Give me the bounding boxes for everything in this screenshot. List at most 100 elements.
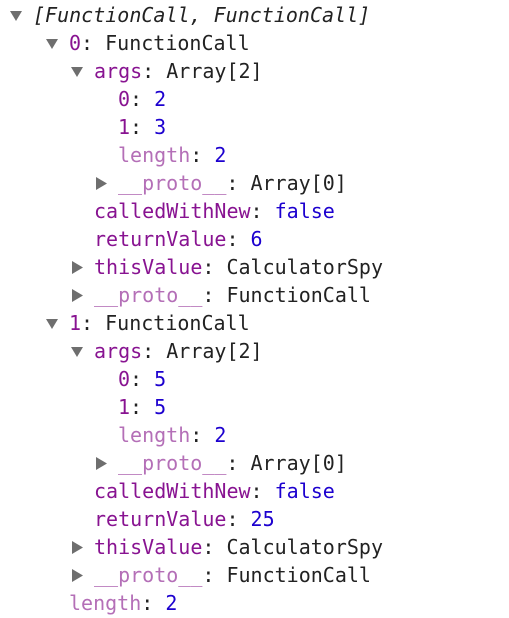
property-value: 2 bbox=[214, 423, 227, 447]
key-separator: : bbox=[190, 423, 215, 447]
property-key: length bbox=[69, 591, 142, 615]
property-key: __proto__ bbox=[118, 451, 227, 475]
property-value: Array[0] bbox=[250, 451, 347, 475]
property-value: 5 bbox=[154, 367, 167, 391]
expand-triangle-down-icon[interactable] bbox=[70, 57, 84, 85]
property-key: calledWithNew bbox=[94, 479, 251, 503]
key-separator: : bbox=[202, 563, 227, 587]
key-separator: : bbox=[226, 451, 251, 475]
tree-row: 1: 3 bbox=[0, 113, 509, 141]
collapse-triangle-right-icon[interactable] bbox=[70, 253, 84, 281]
property-key: 0 bbox=[118, 367, 131, 391]
row-content: 1: FunctionCall bbox=[69, 309, 250, 337]
property-value: FunctionCall bbox=[105, 31, 250, 55]
collapse-triangle-right-icon[interactable] bbox=[94, 449, 108, 477]
property-value: Array[0] bbox=[250, 171, 347, 195]
object-tree: [FunctionCall, FunctionCall] 0: FunctionC… bbox=[0, 1, 509, 617]
tree-row[interactable]: [FunctionCall, FunctionCall] bbox=[0, 1, 509, 29]
key-separator: : bbox=[202, 283, 227, 307]
tree-row[interactable]: __proto__: Array[0] bbox=[0, 169, 509, 197]
property-key: args bbox=[94, 59, 143, 83]
expand-triangle-down-icon[interactable] bbox=[9, 1, 23, 29]
key-separator: : bbox=[226, 507, 251, 531]
tree-row: 0: 2 bbox=[0, 85, 509, 113]
property-value: Array[2] bbox=[166, 59, 263, 83]
row-content: __proto__: Array[0] bbox=[118, 449, 347, 477]
tree-row: returnValue: 6 bbox=[0, 225, 509, 253]
key-separator: : bbox=[130, 367, 155, 391]
tree-row[interactable]: args: Array[2] bbox=[0, 337, 509, 365]
tree-row[interactable]: __proto__: FunctionCall bbox=[0, 561, 509, 589]
property-key: returnValue bbox=[94, 507, 227, 531]
property-value: false bbox=[274, 479, 335, 503]
property-value: FunctionCall bbox=[226, 563, 371, 587]
property-key: __proto__ bbox=[94, 563, 203, 587]
row-content: args: Array[2] bbox=[94, 337, 263, 365]
property-value: 2 bbox=[154, 87, 167, 111]
property-value: 5 bbox=[154, 395, 167, 419]
row-content: 0: 5 bbox=[118, 365, 166, 393]
key-separator: : bbox=[130, 87, 155, 111]
tree-row: length: 2 bbox=[0, 589, 509, 617]
key-separator: : bbox=[190, 143, 215, 167]
property-key: 1 bbox=[69, 311, 82, 335]
row-content: __proto__: Array[0] bbox=[118, 169, 347, 197]
tree-row[interactable]: 1: FunctionCall bbox=[0, 309, 509, 337]
property-value: false bbox=[274, 199, 335, 223]
tree-row[interactable]: thisValue: CalculatorSpy bbox=[0, 533, 509, 561]
expand-triangle-down-icon[interactable] bbox=[45, 29, 59, 57]
property-value: FunctionCall bbox=[226, 283, 371, 307]
row-content: thisValue: CalculatorSpy bbox=[94, 533, 383, 561]
row-content: __proto__: FunctionCall bbox=[94, 281, 371, 309]
array-summary: [FunctionCall, FunctionCall] bbox=[33, 3, 371, 27]
tree-row: 1: 5 bbox=[0, 393, 509, 421]
row-content: 1: 3 bbox=[118, 113, 166, 141]
collapse-triangle-right-icon[interactable] bbox=[70, 281, 84, 309]
collapse-triangle-right-icon[interactable] bbox=[70, 561, 84, 589]
property-value: 6 bbox=[250, 227, 263, 251]
row-content: 0: 2 bbox=[118, 85, 166, 113]
key-separator: : bbox=[202, 255, 227, 279]
tree-row[interactable]: __proto__: FunctionCall bbox=[0, 281, 509, 309]
collapse-triangle-right-icon[interactable] bbox=[70, 533, 84, 561]
row-content: args: Array[2] bbox=[94, 57, 263, 85]
tree-row[interactable]: thisValue: CalculatorSpy bbox=[0, 253, 509, 281]
key-separator: : bbox=[81, 31, 106, 55]
expand-triangle-down-icon[interactable] bbox=[45, 309, 59, 337]
tree-row: calledWithNew: false bbox=[0, 477, 509, 505]
property-key: length bbox=[118, 143, 191, 167]
tree-row: 0: 5 bbox=[0, 365, 509, 393]
row-content: thisValue: CalculatorSpy bbox=[94, 253, 383, 281]
tree-row[interactable]: __proto__: Array[0] bbox=[0, 449, 509, 477]
key-separator: : bbox=[141, 591, 166, 615]
tree-row[interactable]: args: Array[2] bbox=[0, 57, 509, 85]
property-key: __proto__ bbox=[118, 171, 227, 195]
row-content: [FunctionCall, FunctionCall] bbox=[33, 1, 370, 29]
property-value: 2 bbox=[214, 143, 227, 167]
property-value: FunctionCall bbox=[105, 311, 250, 335]
property-key: 1 bbox=[118, 115, 131, 139]
key-separator: : bbox=[226, 171, 251, 195]
property-key: length bbox=[118, 423, 191, 447]
row-content: __proto__: FunctionCall bbox=[94, 561, 371, 589]
key-separator: : bbox=[130, 395, 155, 419]
property-key: thisValue bbox=[94, 255, 203, 279]
expand-triangle-down-icon[interactable] bbox=[70, 337, 84, 365]
row-content: returnValue: 25 bbox=[94, 505, 275, 533]
property-key: calledWithNew bbox=[94, 199, 251, 223]
tree-row: length: 2 bbox=[0, 421, 509, 449]
key-separator: : bbox=[81, 311, 106, 335]
property-key: args bbox=[94, 339, 143, 363]
tree-row: returnValue: 25 bbox=[0, 505, 509, 533]
collapse-triangle-right-icon[interactable] bbox=[94, 169, 108, 197]
property-key: thisValue bbox=[94, 535, 203, 559]
key-separator: : bbox=[250, 479, 275, 503]
property-key: 1 bbox=[118, 395, 131, 419]
key-separator: : bbox=[142, 339, 167, 363]
tree-row[interactable]: 0: FunctionCall bbox=[0, 29, 509, 57]
property-value: CalculatorSpy bbox=[226, 255, 384, 279]
row-content: 1: 5 bbox=[118, 393, 166, 421]
row-content: length: 2 bbox=[69, 589, 177, 617]
row-content: length: 2 bbox=[118, 141, 226, 169]
property-key: returnValue bbox=[94, 227, 227, 251]
